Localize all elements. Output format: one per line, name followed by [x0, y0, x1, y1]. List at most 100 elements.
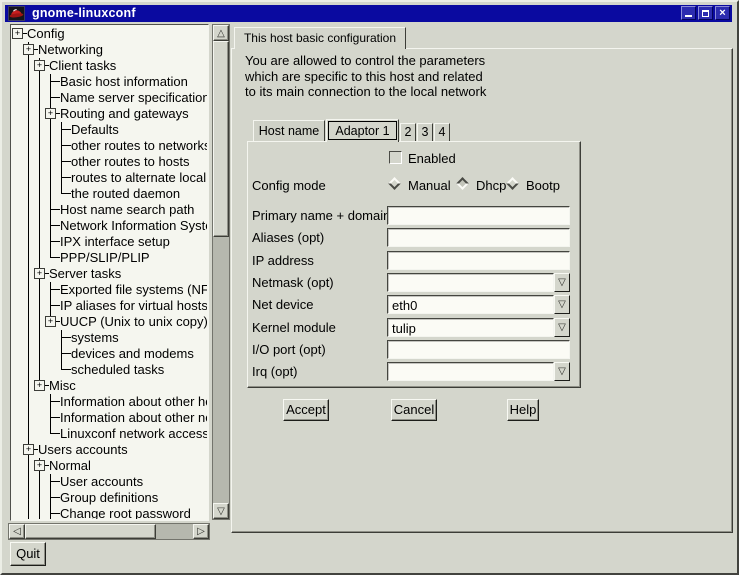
tree-horizontal-scrollbar[interactable]: ◁ ▷	[8, 523, 210, 540]
tree-item[interactable]: PPP/SLIP/PLIP	[12, 250, 207, 266]
tree-expand-box[interactable]: +	[34, 380, 45, 391]
tree-item-label[interactable]: Basic host information	[60, 74, 188, 90]
tree-item[interactable]: + Config	[12, 26, 207, 42]
tree-item[interactable]: Basic host information	[12, 74, 207, 90]
tree-item[interactable]: + Client tasks	[12, 58, 207, 74]
tab-this-host-basic-configuration[interactable]: This host basic configuration	[234, 27, 406, 49]
tree-item[interactable]: + Misc	[12, 378, 207, 394]
tree-expand-box[interactable]: +	[12, 28, 23, 39]
quit-button[interactable]: Quit	[10, 542, 46, 566]
tree-expand-box[interactable]: +	[23, 444, 34, 455]
tree-item-label[interactable]: IP aliases for virtual hosts	[60, 298, 207, 314]
combo-arrow-icon[interactable]: ▽	[554, 295, 570, 314]
tree-item[interactable]: + Normal	[12, 458, 207, 474]
tree-item-label[interactable]: Network Information System	[60, 218, 207, 234]
tree-item[interactable]: IP aliases for virtual hosts	[12, 298, 207, 314]
tree-expand-box[interactable]: +	[34, 460, 45, 471]
scroll-right-icon[interactable]: ▷	[193, 524, 209, 539]
tree-item-label[interactable]: Config	[27, 26, 65, 42]
tree-item[interactable]: Information about other host	[12, 394, 207, 410]
tree-item-label[interactable]: scheduled tasks	[71, 362, 164, 378]
combo-input-irq-opt[interactable]	[387, 362, 554, 381]
tree-item-label[interactable]: Group definitions	[60, 490, 158, 506]
tree-item[interactable]: scheduled tasks	[12, 362, 207, 378]
close-button[interactable]: ×	[715, 6, 730, 20]
tree-item[interactable]: User accounts	[12, 474, 207, 490]
scroll-down-icon[interactable]: ▽	[213, 503, 229, 519]
tree-item[interactable]: + Server tasks	[12, 266, 207, 282]
scroll-left-icon[interactable]: ◁	[9, 524, 25, 539]
tree-item-label[interactable]: other routes to networks	[71, 138, 207, 154]
tree-item[interactable]: other routes to networks	[12, 138, 207, 154]
tree-expand-box[interactable]: +	[34, 60, 45, 71]
help-button[interactable]: Help	[507, 399, 539, 421]
tree-item[interactable]: Group definitions	[12, 490, 207, 506]
tree-item-label[interactable]: Exported file systems (NFS)	[60, 282, 207, 298]
tab-adaptor-4[interactable]: 4	[434, 123, 450, 141]
tab-adaptor-host-name[interactable]: Host name	[253, 120, 325, 141]
scroll-up-icon[interactable]: △	[213, 25, 229, 41]
tree-item[interactable]: + UUCP (Unix to unix copy)	[12, 314, 207, 330]
tree-item[interactable]: the routed daemon	[12, 186, 207, 202]
tree-expand-box[interactable]: +	[34, 268, 45, 279]
tree-item[interactable]: +Networking	[12, 42, 207, 58]
tree-item[interactable]: Linuxconf network access	[12, 426, 207, 442]
tree-item[interactable]: Network Information System	[12, 218, 207, 234]
tree-item-label[interactable]: Information about other netw	[60, 410, 207, 426]
tree-item-label[interactable]: Routing and gateways	[60, 106, 189, 122]
tree-item-label[interactable]: devices and modems	[71, 346, 194, 362]
input-aliases-opt[interactable]	[387, 228, 570, 247]
tree-item-label[interactable]: routes to alternate local ne	[71, 170, 207, 186]
tree-expand-box[interactable]: +	[45, 316, 56, 327]
tree-item[interactable]: + Routing and gateways	[12, 106, 207, 122]
combo-input-kernel-module[interactable]: tulip	[387, 318, 554, 337]
tree-item[interactable]: Name server specification (	[12, 90, 207, 106]
tree-item[interactable]: Exported file systems (NFS)	[12, 282, 207, 298]
tree-item-label[interactable]: Linuxconf network access	[60, 426, 207, 442]
tree-item-label[interactable]: Networking	[38, 42, 103, 58]
tree-item-label[interactable]: Name server specification (	[60, 90, 207, 106]
tree-item-label[interactable]: Users accounts	[38, 442, 128, 458]
tab-adaptor-2[interactable]: 2	[400, 123, 416, 141]
tree-item-label[interactable]: Change root password	[60, 506, 191, 519]
tree-item[interactable]: other routes to hosts	[12, 154, 207, 170]
tree-expand-box[interactable]: +	[45, 108, 56, 119]
tree-item[interactable]: Host name search path	[12, 202, 207, 218]
maximize-button[interactable]	[698, 6, 713, 20]
vertical-scrollbar-thumb[interactable]	[213, 41, 229, 237]
tree-item[interactable]: Change root password	[12, 506, 207, 519]
tree-item-label[interactable]: Client tasks	[49, 58, 116, 74]
tree-item-label[interactable]: Defaults	[71, 122, 119, 138]
tree-item-label[interactable]: UUCP (Unix to unix copy)	[60, 314, 207, 330]
accept-button[interactable]: Accept	[283, 399, 329, 421]
combo-input-netmask-opt[interactable]	[387, 273, 554, 292]
combo-arrow-icon[interactable]: ▽	[554, 362, 570, 381]
tree-item-label[interactable]: systems	[71, 330, 119, 346]
tree-item[interactable]: Information about other netw	[12, 410, 207, 426]
tree-item-label[interactable]: Misc	[49, 378, 76, 394]
tree-item-label[interactable]: IPX interface setup	[60, 234, 170, 250]
minimize-button[interactable]	[681, 6, 696, 20]
tree-item-label[interactable]: User accounts	[60, 474, 143, 490]
tree-item[interactable]: IPX interface setup	[12, 234, 207, 250]
combo-input-net-device[interactable]: eth0	[387, 295, 554, 314]
tree-vertical-scrollbar[interactable]: △ ▽	[212, 24, 230, 520]
tree-item[interactable]: devices and modems	[12, 346, 207, 362]
tree-item[interactable]: routes to alternate local ne	[12, 170, 207, 186]
tree-item[interactable]: systems	[12, 330, 207, 346]
combo-arrow-icon[interactable]: ▽	[554, 318, 570, 337]
input-primary-name-domain[interactable]	[387, 206, 570, 225]
tab-adaptor-3[interactable]: 3	[417, 123, 433, 141]
cancel-button[interactable]: Cancel	[391, 399, 437, 421]
tree-item-label[interactable]: other routes to hosts	[71, 154, 190, 170]
enabled-checkbox[interactable]	[389, 151, 402, 164]
tree-item-label[interactable]: Server tasks	[49, 266, 121, 282]
tree-item[interactable]: Defaults	[12, 122, 207, 138]
tab-adaptor-adaptor-1[interactable]: Adaptor 1	[326, 119, 399, 142]
tree-item-label[interactable]: Information about other host	[60, 394, 207, 410]
tree-item-label[interactable]: Normal	[49, 458, 91, 474]
titlebar[interactable]: gnome-linuxconf ×	[5, 5, 732, 22]
tree-item-label[interactable]: the routed daemon	[71, 186, 180, 202]
input-ip-address[interactable]	[387, 251, 570, 270]
tree-item[interactable]: + Users accounts	[12, 442, 207, 458]
